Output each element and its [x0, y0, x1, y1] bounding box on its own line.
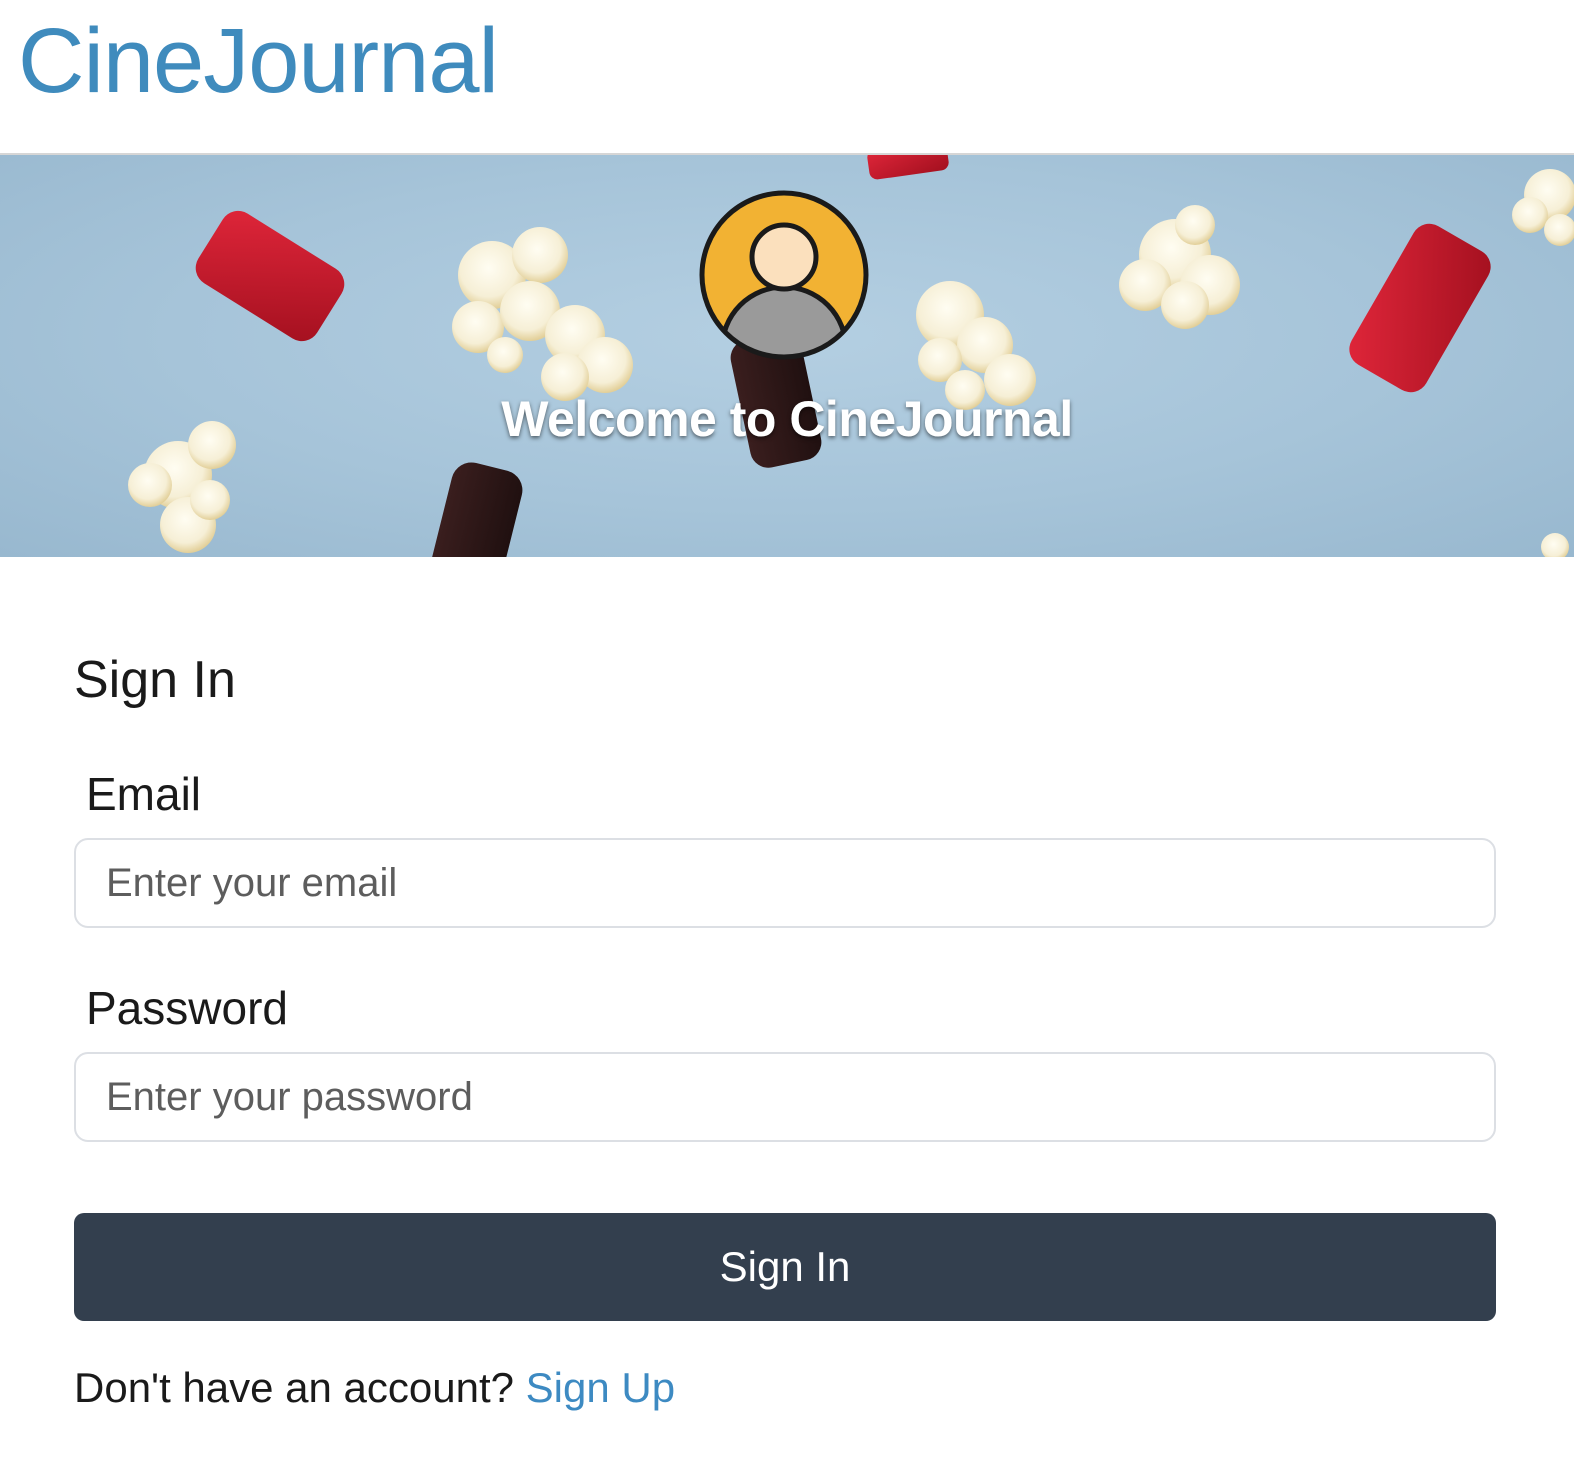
app-logo[interactable]: CineJournal — [18, 6, 499, 116]
signup-prompt-text: Don't have an account? — [74, 1364, 514, 1411]
email-label: Email — [86, 768, 202, 820]
popcorn-5 — [1512, 169, 1574, 246]
sign-in-button[interactable]: Sign In — [74, 1213, 1496, 1321]
hero-welcome-title: Welcome to CineJournal — [501, 391, 1073, 447]
user-avatar-icon — [699, 190, 869, 360]
password-input[interactable] — [74, 1052, 1496, 1142]
popcorn-1 — [452, 227, 633, 401]
email-input[interactable] — [74, 838, 1496, 928]
licorice-red-2 — [1349, 223, 1491, 393]
licorice-red-1 — [195, 210, 345, 342]
password-label: Password — [86, 982, 288, 1034]
sign-up-link[interactable]: Sign Up — [526, 1364, 675, 1411]
licorice-red-3 — [867, 155, 949, 180]
hero-banner: Welcome to CineJournal — [0, 155, 1574, 557]
sign-in-heading: Sign In — [74, 651, 236, 709]
signup-prompt-row: Don't have an account? Sign Up — [74, 1362, 675, 1414]
popcorn-6 — [1541, 533, 1569, 557]
licorice-dark-2 — [429, 462, 523, 557]
popcorn-4 — [1119, 205, 1240, 329]
app-header: CineJournal — [0, 0, 1574, 155]
